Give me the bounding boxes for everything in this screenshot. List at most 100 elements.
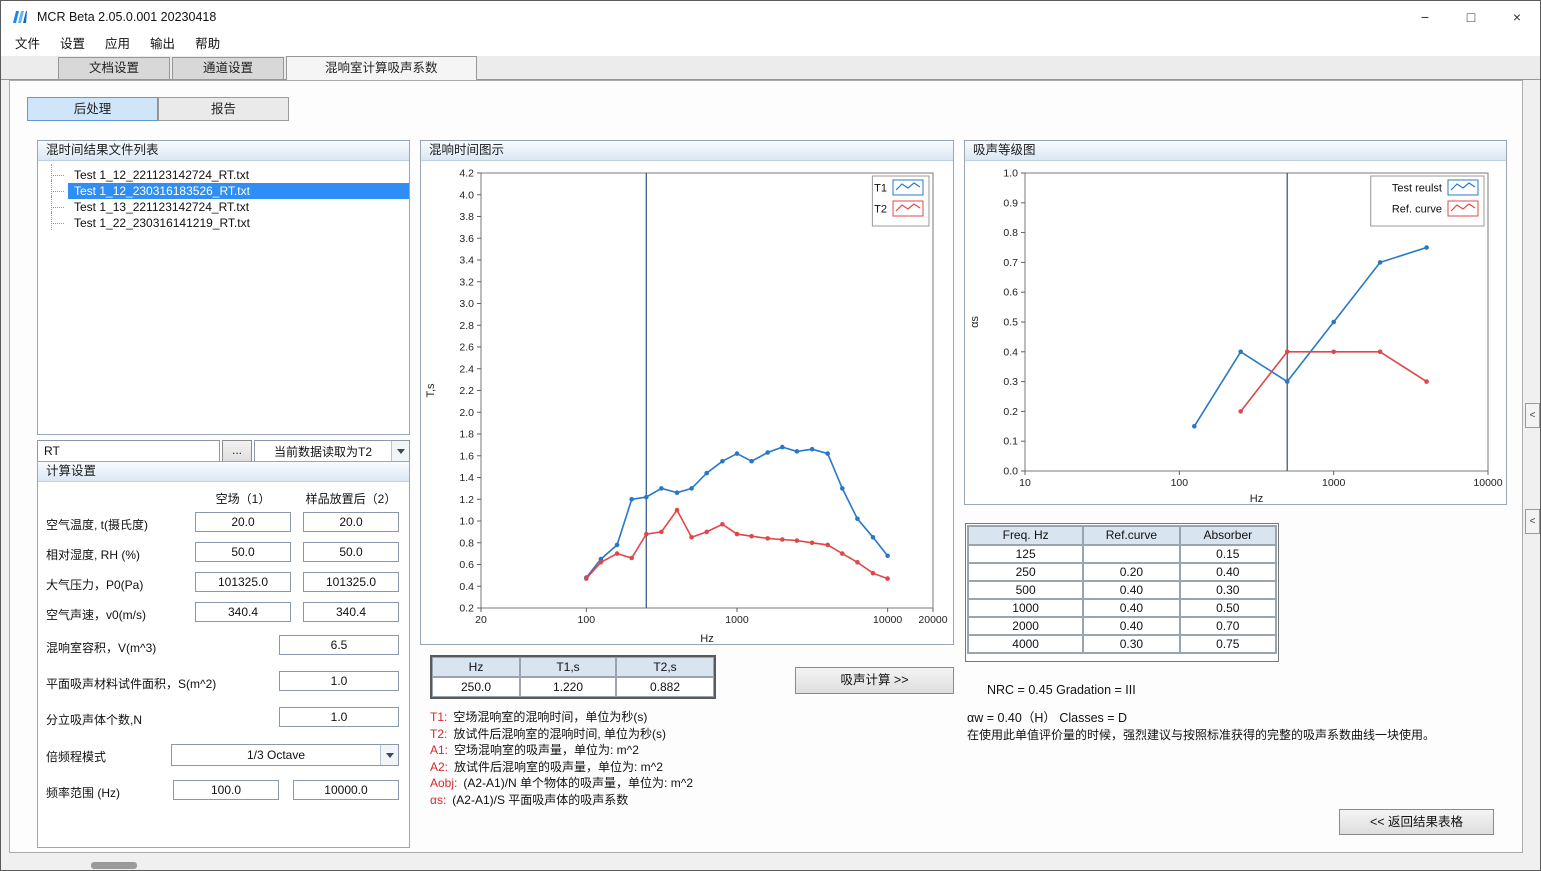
freq-max-field[interactable] <box>293 780 399 800</box>
chevron-down-icon[interactable] <box>380 745 398 765</box>
calc-column-headers: 空场（1） 样品放置后（2） <box>38 482 409 508</box>
menu-item-4[interactable]: 帮助 <box>185 33 230 56</box>
main-content: 后处理报告 混时间结果文件列表 Test 1_12_221123142724_R… <box>9 80 1523 853</box>
collapse-panel-icon[interactable]: < <box>1525 403 1540 428</box>
cursor-value-table: HzT1,sT2,s250.01.2200.882 <box>430 655 716 699</box>
calc-row-3-field2[interactable] <box>303 602 399 622</box>
calc-row-1-label: 相对湿度, RH (%) <box>46 546 140 563</box>
rt-name-input[interactable] <box>37 440 220 462</box>
absorption-chart-title: 吸声等级图 <box>965 141 1506 161</box>
absorption-note-text: 在使用此单值评价量的时候，强烈建议与按照标准获得的完整的吸声系数曲线一块使用。 <box>967 727 1515 743</box>
svg-text:αs: αs <box>969 316 981 328</box>
calc-row-1-field2[interactable] <box>303 542 399 562</box>
absorption-table-row[interactable]: 20000.400.70 <box>968 617 1276 635</box>
rt-chart[interactable]: 0.20.40.60.81.01.21.41.61.82.02.22.42.62… <box>421 161 953 646</box>
calc-single-row-1-label: 平面吸声材料试件面积，S(m^2) <box>46 675 216 692</box>
calc-row-3: 空气声速，v0(m/s) <box>38 598 409 628</box>
tab-2[interactable]: 混响室计算吸声系数 <box>286 56 477 80</box>
data-read-dropdown[interactable]: 当前数据读取为T2 <box>254 440 410 462</box>
menu-item-0[interactable]: 文件 <box>5 33 50 56</box>
calc-row-2-label: 大气压力，P0(Pa) <box>46 576 143 593</box>
note-line-3: A2:放试件后混响室的吸声量，单位为: m^2 <box>430 759 770 776</box>
cursor-table-value: 1.220 <box>520 677 616 697</box>
svg-text:1.2: 1.2 <box>459 494 474 506</box>
calc-single-row-0-field[interactable] <box>279 635 399 655</box>
absorption-table-row[interactable]: 10000.400.50 <box>968 599 1276 617</box>
svg-text:3.6: 3.6 <box>459 233 474 245</box>
svg-text:0.5: 0.5 <box>1003 317 1018 329</box>
svg-text:0.2: 0.2 <box>1003 406 1018 418</box>
calc-single-row-1-field[interactable] <box>279 671 399 691</box>
note-line-0: T1:空场混响室的混响时间，单位为秒(s) <box>430 709 770 726</box>
cursor-table-header: T1,s <box>520 657 616 677</box>
svg-text:1000: 1000 <box>1322 477 1346 489</box>
app-window: MCR Beta 2.05.0.001 20230418 − □ × 文件设置应… <box>0 0 1541 871</box>
calc-row-3-field1[interactable] <box>195 602 291 622</box>
calc-row-2-field2[interactable] <box>303 572 399 592</box>
calc-row-2: 大气压力，P0(Pa) <box>38 568 409 598</box>
note-key-5: αs: <box>430 793 446 807</box>
file-list-title: 混时间结果文件列表 <box>38 141 409 161</box>
absorption-table-row[interactable]: 1250.15 <box>968 545 1276 563</box>
subtab-1[interactable]: 报告 <box>158 97 289 121</box>
file-list-item[interactable]: Test 1_22_230316141219_RT.txt <box>38 215 409 231</box>
maximize-button[interactable]: □ <box>1448 1 1494 33</box>
svg-text:Test reulst: Test reulst <box>1392 183 1442 195</box>
calc-row-2-field1[interactable] <box>195 572 291 592</box>
svg-text:100: 100 <box>578 614 596 626</box>
back-to-results-button[interactable]: << 返回结果表格 <box>1339 809 1494 835</box>
note-key-2: A1: <box>430 743 448 757</box>
subtab-0[interactable]: 后处理 <box>27 97 158 121</box>
horizontal-scrollbar-thumb[interactable] <box>91 862 137 869</box>
note-key-1: T2: <box>430 727 447 741</box>
cursor-table-value-row: 250.01.2200.882 <box>432 677 714 697</box>
browse-button[interactable]: ... <box>222 440 252 462</box>
absorption-table-row[interactable]: 5000.400.30 <box>968 581 1276 599</box>
svg-text:3.4: 3.4 <box>459 255 474 267</box>
collapse-panel-icon[interactable]: < <box>1525 509 1540 534</box>
svg-text:0.8: 0.8 <box>459 537 474 549</box>
close-button[interactable]: × <box>1494 1 1540 33</box>
calc-row-0-field1[interactable] <box>195 512 291 532</box>
svg-text:0.1: 0.1 <box>1003 436 1018 448</box>
calc-row-0-field2[interactable] <box>303 512 399 532</box>
tab-1[interactable]: 通道设置 <box>172 57 284 79</box>
chevron-down-icon[interactable] <box>391 441 409 461</box>
absorption-calc-button[interactable]: 吸声计算 >> <box>795 667 954 694</box>
svg-text:100: 100 <box>1171 477 1189 489</box>
file-list-item[interactable]: Test 1_13_221123142724_RT.txt <box>38 199 409 215</box>
file-list-item[interactable]: Test 1_12_221123142724_RT.txt <box>38 167 409 183</box>
menu-item-2[interactable]: 应用 <box>95 33 140 56</box>
svg-text:2.8: 2.8 <box>459 320 474 332</box>
note-line-1: T2:放试件后混响室的混响时间, 单位为秒(s) <box>430 726 770 743</box>
svg-text:2.6: 2.6 <box>459 342 474 354</box>
svg-text:Hz: Hz <box>700 633 713 645</box>
octave-mode-value: 1/3 Octave <box>172 748 380 762</box>
titlebar: MCR Beta 2.05.0.001 20230418 − □ × <box>1 1 1540 33</box>
calc-row-1-field1[interactable] <box>195 542 291 562</box>
absorption-table-row[interactable]: 40000.300.75 <box>968 635 1276 653</box>
absorption-table-header: Ref.curve <box>1083 526 1179 545</box>
horizontal-scrollbar[interactable] <box>9 861 1523 870</box>
calc-single-row-1: 平面吸声材料试件面积，S(m^2) <box>38 664 409 700</box>
absorption-table-row[interactable]: 2500.200.40 <box>968 563 1276 581</box>
calc-row-0: 空气温度, t(摄氏度) <box>38 508 409 538</box>
nrc-result-text: NRC = 0.45 Gradation = III <box>987 683 1136 697</box>
menubar: 文件设置应用输出帮助 <box>1 33 1540 56</box>
svg-text:10: 10 <box>1019 477 1031 489</box>
window-controls: − □ × <box>1402 1 1540 33</box>
absorption-chart[interactable]: 0.00.10.20.30.40.50.60.70.80.91.01010010… <box>965 161 1506 506</box>
octave-mode-dropdown[interactable]: 1/3 Octave <box>171 744 399 766</box>
menu-item-1[interactable]: 设置 <box>50 33 95 56</box>
tab-0[interactable]: 文档设置 <box>58 57 170 79</box>
freq-min-field[interactable] <box>173 780 279 800</box>
minimize-button[interactable]: − <box>1402 1 1448 33</box>
calc-single-row-2-field[interactable] <box>279 707 399 727</box>
menu-item-3[interactable]: 输出 <box>140 33 185 56</box>
col1-header: 空场（1） <box>195 490 291 507</box>
file-list-group: 混时间结果文件列表 Test 1_12_221123142724_RT.txtT… <box>37 140 410 435</box>
file-list-item[interactable]: Test 1_12_230316183526_RT.txt <box>38 183 409 199</box>
app-logo-icon <box>11 8 29 26</box>
svg-text:T1: T1 <box>874 183 887 195</box>
octave-mode-label: 倍频程模式 <box>46 748 106 765</box>
